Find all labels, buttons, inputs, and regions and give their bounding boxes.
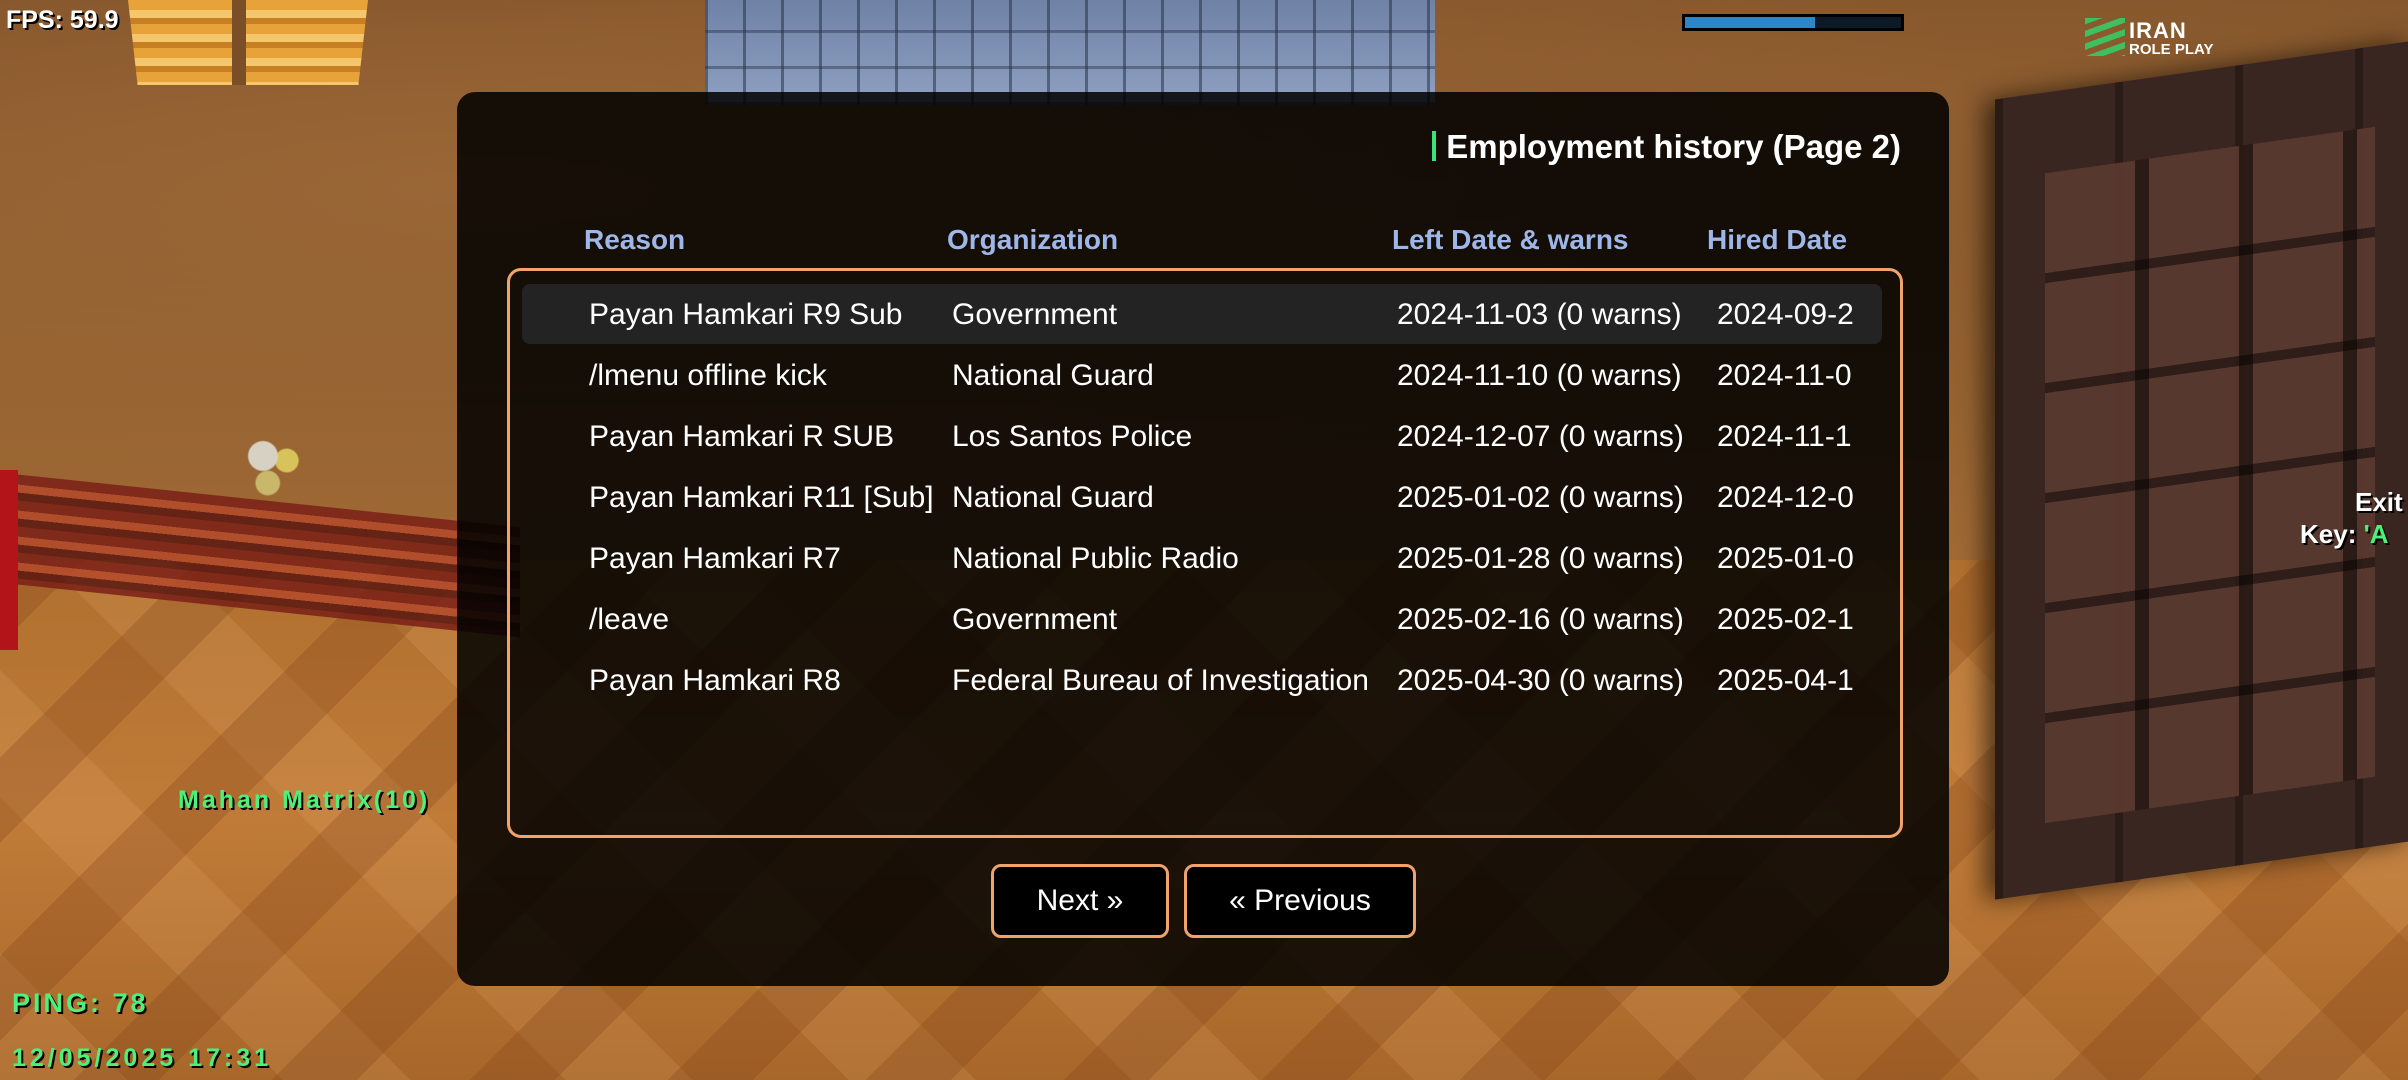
cell-organization: National Guard bbox=[952, 359, 1154, 392]
cell-left: 2025-02-16 (0 warns) bbox=[1397, 603, 1684, 636]
red-object bbox=[0, 470, 18, 650]
cell-hired: 2025-04-1 bbox=[1717, 664, 1854, 697]
exit-hint: Exit Key: 'A bbox=[2300, 487, 2403, 549]
cell-hired: 2024-12-0 bbox=[1717, 481, 1854, 514]
cell-organization: Government bbox=[952, 298, 1118, 331]
header-hired-date: Hired Date bbox=[1707, 224, 1848, 255]
cell-hired: 2025-02-1 bbox=[1717, 603, 1854, 636]
player-nametag: Mahan Matrix(10) bbox=[178, 786, 431, 814]
title-accent-bar bbox=[1432, 131, 1437, 161]
header-organization: Organization bbox=[947, 224, 1119, 255]
cell-organization: Los Santos Police bbox=[952, 420, 1193, 453]
cell-left: 2025-01-28 (0 warns) bbox=[1397, 542, 1684, 575]
health-bar-fill bbox=[1685, 17, 1815, 28]
cell-organization: National Public Radio bbox=[952, 542, 1239, 575]
list-item[interactable]: /lmenu offline kick National Guard 2024-11… bbox=[522, 345, 1882, 405]
server-logo: IRAN ROLE PLAY bbox=[2085, 14, 2230, 62]
dialog-title: Employment history (Page 2) bbox=[1432, 128, 1901, 166]
tiled-window bbox=[705, 0, 1435, 105]
cell-left: 2025-04-30 (0 warns) bbox=[1397, 664, 1684, 697]
cell-hired: 2024-09-2 bbox=[1717, 298, 1854, 331]
cell-reason: Payan Hamkari R7 bbox=[589, 542, 841, 575]
plant bbox=[225, 420, 320, 510]
cell-left: 2024-11-03 (0 warns) bbox=[1397, 298, 1682, 331]
history-list[interactable]: Payan Hamkari R9 Sub Government 2024-11-03… bbox=[507, 268, 1903, 838]
cell-hired: 2024-11-1 bbox=[1717, 420, 1852, 453]
cell-reason: /lmenu offline kick bbox=[589, 359, 827, 392]
health-bar bbox=[1682, 14, 1904, 31]
employment-history-dialog: Employment history (Page 2) Reason Organ… bbox=[457, 92, 1949, 986]
header-reason: Reason bbox=[584, 224, 686, 255]
previous-page-button[interactable]: « Previous bbox=[1184, 864, 1416, 938]
cell-hired: 2024-11-0 bbox=[1717, 359, 1852, 392]
column-headers: Reason Organization Left Date & warns Hi… bbox=[457, 224, 1949, 264]
list-item[interactable]: Payan Hamkari R7 National Public Radio 202… bbox=[522, 528, 1882, 588]
cell-reason: Payan Hamkari R9 Sub bbox=[589, 298, 903, 331]
header-left-date: Left Date & warns bbox=[1392, 224, 1629, 255]
list-item[interactable]: Payan Hamkari R11 [Sub] National Guard 202… bbox=[522, 467, 1882, 527]
logo-stripes-icon bbox=[2085, 18, 2125, 56]
cell-left: 2025-01-02 (0 warns) bbox=[1397, 481, 1684, 514]
ceiling-lamp bbox=[128, 0, 368, 85]
next-page-button[interactable]: Next » bbox=[991, 864, 1169, 938]
list-item[interactable]: Payan Hamkari R8 Federal Bureau of Invest… bbox=[522, 650, 1882, 710]
cell-organization: Government bbox=[952, 603, 1118, 636]
cell-organization: National Guard bbox=[952, 481, 1154, 514]
cell-reason: Payan Hamkari R SUB bbox=[589, 420, 895, 453]
date-time: 12/05/2025 17:31 bbox=[12, 1044, 273, 1072]
cell-reason: /leave bbox=[589, 603, 670, 636]
fps-counter: FPS: 59.9 bbox=[6, 6, 119, 34]
list-item[interactable]: Payan Hamkari R SUB Los Santos Police 2024… bbox=[522, 406, 1882, 466]
cell-left: 2024-12-07 (0 warns) bbox=[1397, 420, 1684, 453]
cell-left: 2024-11-10 (0 warns) bbox=[1397, 359, 1682, 392]
cell-reason: Payan Hamkari R11 [Sub] bbox=[589, 481, 934, 514]
list-item[interactable]: Payan Hamkari R9 Sub Government 2024-11-03… bbox=[522, 284, 1882, 344]
cell-organization: Federal Bureau of Investigation bbox=[952, 664, 1369, 697]
ping-display: PING: 78 bbox=[12, 988, 149, 1018]
list-item[interactable]: /leave Government 2025-02-16 (0 warns) 2025… bbox=[522, 589, 1882, 649]
cell-hired: 2025-01-0 bbox=[1717, 542, 1854, 575]
cell-reason: Payan Hamkari R8 bbox=[589, 664, 841, 697]
